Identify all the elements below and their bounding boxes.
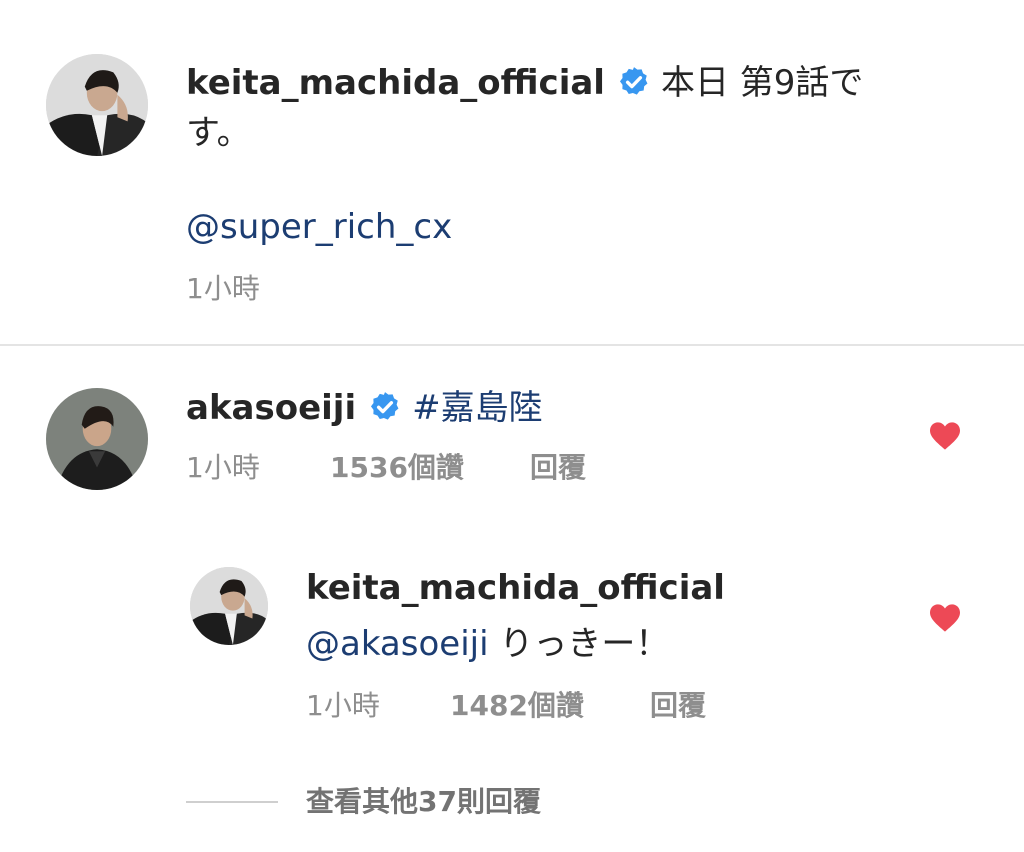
heart-icon[interactable] xyxy=(928,603,962,633)
comment-username[interactable]: akasoeiji #嘉島陸 xyxy=(186,388,543,428)
avatar[interactable] xyxy=(190,567,268,645)
verified-badge-icon xyxy=(371,392,399,420)
reply-time: 1小時 xyxy=(306,689,380,722)
mention-link[interactable]: @akasoeiji xyxy=(306,624,489,664)
divider xyxy=(0,344,1024,346)
heart-icon[interactable] xyxy=(928,421,962,451)
comment-meta: 1小時 1536個讚 回覆 xyxy=(186,451,586,485)
avatar[interactable] xyxy=(46,54,148,156)
like-count[interactable]: 1536個讚 xyxy=(330,451,530,485)
reply-button[interactable]: 回覆 xyxy=(530,451,586,485)
avatar-akaso-icon xyxy=(46,388,148,490)
comment-time: 1小時 xyxy=(186,451,260,484)
username-text[interactable]: akasoeiji xyxy=(186,388,356,428)
like-count[interactable]: 1482個讚 xyxy=(450,689,650,723)
comment-time: 1小時 xyxy=(186,272,260,305)
comment-username[interactable]: keita_machida_official 本日 第9話で xyxy=(186,54,863,112)
avatar-keita-icon xyxy=(190,567,268,645)
mention-link[interactable]: @super_rich_cx xyxy=(186,198,452,256)
view-replies-divider xyxy=(186,801,278,803)
avatar-keita-icon xyxy=(46,54,148,156)
avatar[interactable] xyxy=(46,388,148,490)
hashtag-link[interactable]: #嘉島陸 xyxy=(412,388,543,428)
comment-meta: 1小時 xyxy=(186,272,260,306)
comment-text: 本日 第9話で xyxy=(660,63,864,103)
reply-text: @akasoeiji りっきー！ xyxy=(306,617,669,671)
verified-badge-icon xyxy=(619,67,648,95)
view-more-replies-button[interactable]: 查看其他37則回覆 xyxy=(306,785,541,819)
username-text[interactable]: keita_machida_official xyxy=(186,63,605,103)
reply-button[interactable]: 回覆 xyxy=(650,689,706,723)
reply-meta: 1小時 1482個讚 回覆 xyxy=(306,689,706,723)
reply-username[interactable]: keita_machida_official xyxy=(306,568,725,608)
reply-message: りっきー！ xyxy=(488,624,670,664)
comment-text-continued: す。 xyxy=(186,113,251,153)
